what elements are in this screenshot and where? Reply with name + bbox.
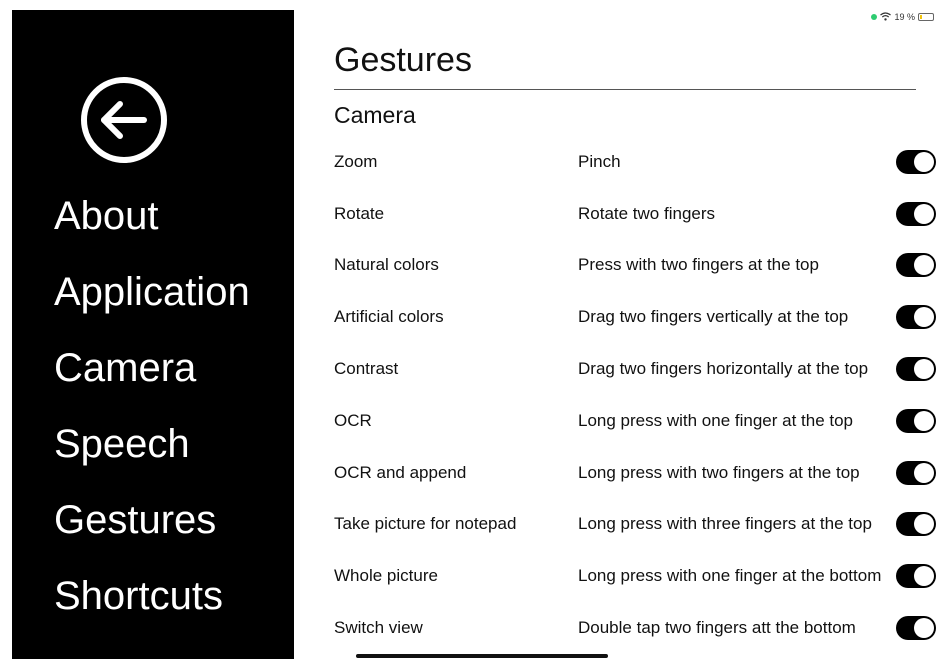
row-label: Artificial colors: [334, 307, 444, 327]
row-label: Take picture for notepad: [334, 514, 517, 534]
row-label: Natural colors: [334, 255, 439, 275]
row-label: OCR and append: [334, 462, 467, 482]
gesture-row-switch-view: Switch view Double tap two fingers att t…: [334, 602, 942, 654]
zoom-toggle[interactable]: [896, 149, 936, 174]
switch-view-toggle[interactable]: [896, 616, 936, 641]
battery-charging-icon: [918, 13, 934, 21]
sidebar-item-shortcuts[interactable]: Shortcuts: [54, 576, 250, 652]
row-label: Switch view: [334, 618, 423, 638]
row-gesture: Long press with one finger at the top: [578, 410, 854, 430]
artificial-colors-toggle[interactable]: [896, 305, 936, 330]
sidebar-item-gestures[interactable]: Gestures: [54, 500, 250, 576]
ocr-and-append-toggle[interactable]: [896, 460, 936, 485]
green-dot-icon: [871, 14, 878, 20]
toggle-knob: [914, 255, 934, 276]
gesture-row-whole-picture: Whole picture Long press with one finger…: [334, 550, 942, 602]
row-gesture: Long press with two fingers at the top: [578, 462, 860, 482]
title-divider: [334, 89, 916, 90]
back-arrow-circle-icon: [81, 77, 167, 163]
section-title: Camera: [334, 102, 416, 128]
row-label: Zoom: [334, 151, 378, 171]
page-title: Gestures: [334, 41, 472, 79]
row-label: Contrast: [334, 359, 399, 379]
gesture-row-natural-colors: Natural colors Press with two fingers at…: [334, 240, 942, 292]
gesture-row-artificial-colors: Artificial colors Drag two fingers verti…: [334, 291, 942, 343]
row-label: OCR: [334, 410, 372, 430]
row-label: Whole picture: [334, 566, 438, 586]
whole-picture-toggle[interactable]: [896, 564, 936, 589]
gesture-list: Zoom Pinch Rotate Rotate two fingers Nat…: [334, 136, 942, 654]
back-button[interactable]: [80, 76, 168, 164]
row-gesture: Press with two fingers at the top: [578, 255, 819, 275]
row-gesture: Long press with one finger at the bottom: [578, 566, 882, 586]
sidebar-item-about[interactable]: About: [54, 196, 250, 272]
toggle-knob: [914, 410, 934, 431]
sidebar-item-application[interactable]: Application: [54, 272, 250, 348]
toggle-knob: [914, 203, 934, 224]
contrast-toggle[interactable]: [896, 357, 936, 382]
status-bar: 19 %: [871, 10, 934, 24]
row-gesture: Double tap two fingers att the bottom: [578, 618, 856, 638]
row-label: Rotate: [334, 203, 385, 223]
sidebar-item-speech[interactable]: Speech: [54, 424, 250, 500]
gesture-row-ocr: OCR Long press with one finger at the to…: [334, 395, 942, 447]
gesture-row-ocr-and-append: OCR and append Long press with two finge…: [334, 447, 942, 499]
battery-level: [920, 15, 922, 19]
gesture-row-take-picture-for-notepad: Take picture for notepad Long press with…: [334, 499, 942, 551]
home-indicator[interactable]: [356, 654, 608, 658]
toggle-knob: [914, 566, 934, 587]
gesture-row-rotate: Rotate Rotate two fingers: [334, 188, 942, 240]
battery-percentage: 19 %: [894, 12, 915, 22]
toggle-knob: [914, 618, 934, 639]
toggle-knob: [914, 151, 934, 172]
row-gesture: Long press with three fingers at the top: [578, 514, 872, 534]
row-gesture: Drag two fingers vertically at the top: [578, 307, 849, 327]
toggle-knob: [914, 514, 934, 535]
toggle-knob: [914, 462, 934, 483]
sidebar-item-camera[interactable]: Camera: [54, 348, 250, 424]
natural-colors-toggle[interactable]: [896, 253, 936, 278]
toggle-knob: [914, 359, 934, 380]
sidebar-menu: About Application Camera Speech Gestures…: [54, 196, 250, 652]
row-gesture: Drag two fingers horizontally at the top: [578, 359, 869, 379]
ocr-toggle[interactable]: [896, 408, 936, 433]
gesture-row-contrast: Contrast Drag two fingers horizontally a…: [334, 343, 942, 395]
sidebar: About Application Camera Speech Gestures…: [12, 10, 294, 659]
rotate-toggle[interactable]: [896, 201, 936, 226]
wifi-icon: [880, 11, 892, 23]
gesture-row-zoom: Zoom Pinch: [334, 136, 942, 188]
take-picture-toggle[interactable]: [896, 512, 936, 537]
row-gesture: Rotate two fingers: [578, 203, 716, 223]
toggle-knob: [914, 307, 934, 328]
row-gesture: Pinch: [578, 151, 621, 171]
